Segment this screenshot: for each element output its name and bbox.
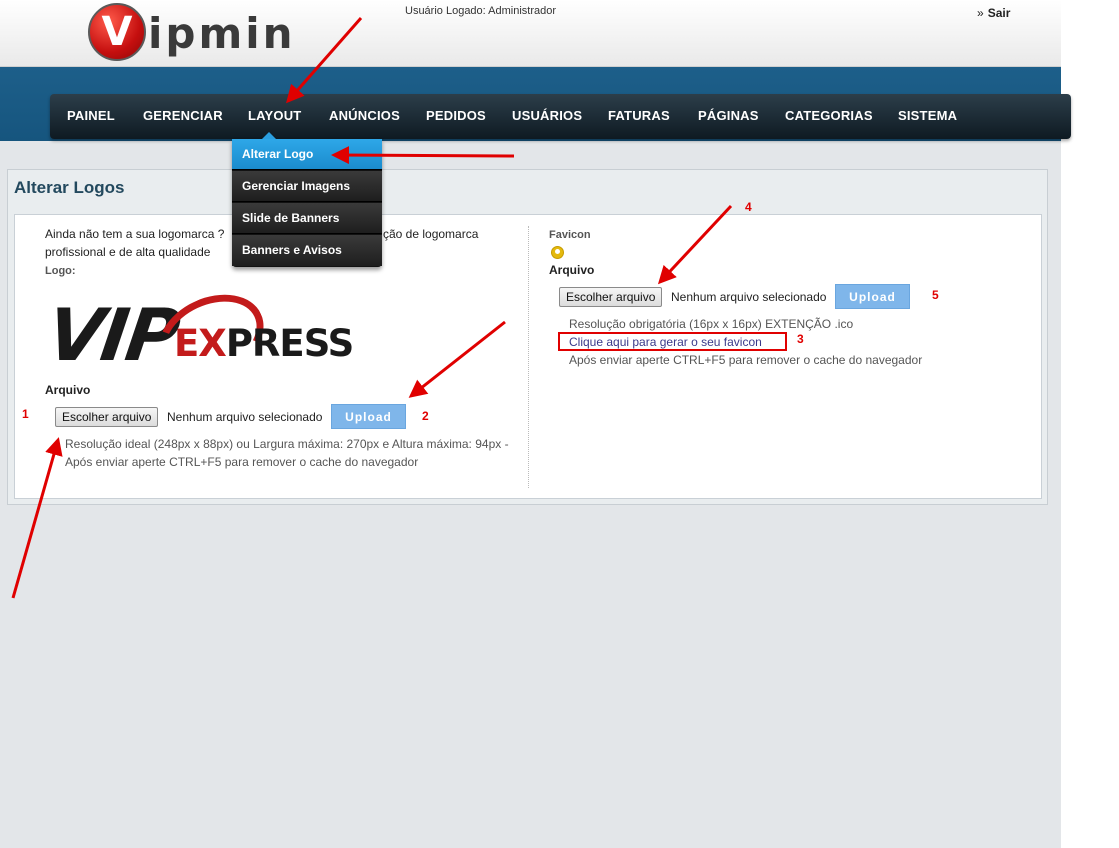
- arrow-to-logo-upload: [408, 320, 506, 398]
- arrow-to-logo-choose: [11, 437, 63, 599]
- arrow-to-favicon-choose: [657, 204, 733, 285]
- annotation-arrows: [11, 17, 733, 599]
- arrow-to-layout: [286, 17, 363, 104]
- arrow-to-alterar-logo: [331, 146, 515, 165]
